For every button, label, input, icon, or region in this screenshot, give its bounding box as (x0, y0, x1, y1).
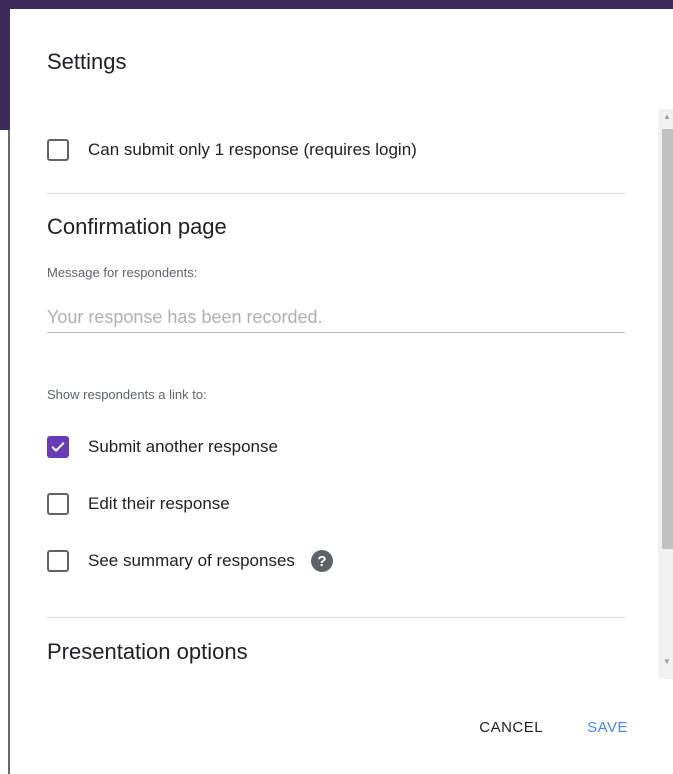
show-link-label: Show respondents a link to: (47, 387, 207, 402)
see-summary-checkbox[interactable] (47, 550, 69, 572)
see-summary-row[interactable]: See summary of responses ? (47, 550, 333, 572)
divider (47, 617, 625, 618)
dialog-title: Settings (47, 49, 127, 74)
see-summary-label: See summary of responses (88, 551, 295, 570)
cancel-button[interactable]: CANCEL (479, 719, 543, 736)
submit-another-checkbox[interactable] (47, 436, 69, 458)
edit-response-checkbox[interactable] (47, 493, 69, 515)
help-icon[interactable]: ? (310, 550, 333, 572)
single-response-checkbox[interactable] (47, 139, 69, 161)
presentation-section-title: Presentation options (47, 639, 248, 664)
edit-response-row[interactable]: Edit their response (47, 493, 230, 515)
confirmation-section-title: Confirmation page (47, 214, 227, 239)
submit-another-label: Submit another response (88, 437, 278, 456)
dialog-actions: CANCEL SAVE (479, 719, 628, 736)
single-response-label: Can submit only 1 response (requires log… (88, 140, 417, 159)
scroll-down-arrow-icon[interactable]: ▼ (661, 657, 673, 667)
window-frame-left-accent (0, 0, 10, 130)
window-frame-top (0, 0, 673, 9)
submit-another-row[interactable]: Submit another response (47, 436, 278, 458)
message-label: Message for respondents: (47, 265, 198, 280)
save-button[interactable]: SAVE (587, 719, 628, 736)
single-response-row[interactable]: Can submit only 1 response (requires log… (47, 139, 417, 161)
settings-dialog: Settings Can submit only 1 response (req… (10, 9, 673, 774)
scroll-up-arrow-icon[interactable]: ▲ (661, 112, 673, 122)
confirmation-message-input[interactable] (47, 302, 625, 333)
edit-response-label: Edit their response (88, 494, 230, 513)
scrollbar-thumb[interactable] (662, 129, 673, 549)
divider (47, 193, 625, 194)
checkmark-icon (51, 442, 65, 452)
